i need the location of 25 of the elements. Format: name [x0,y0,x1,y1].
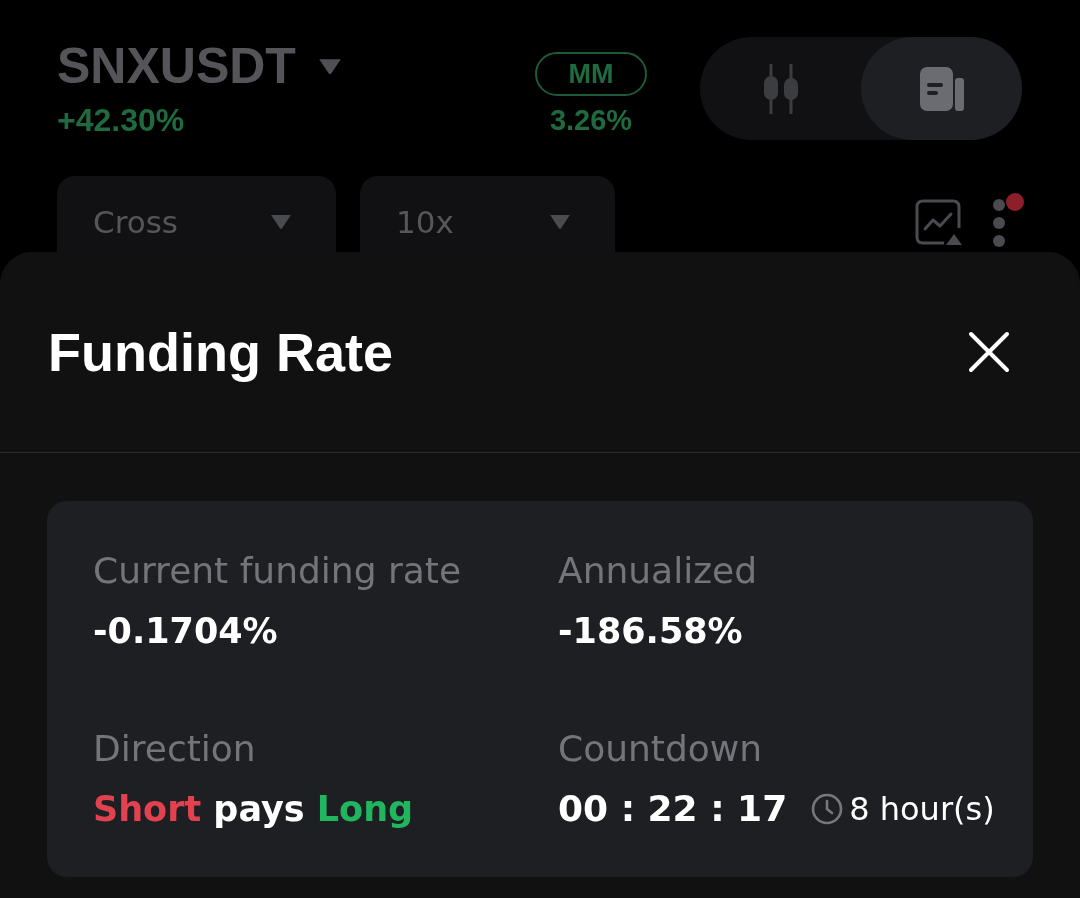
clock-icon [811,793,844,825]
mm-value: 3.26% [549,103,633,138]
stat-label: Countdown [558,727,763,771]
stat-label: Current funding rate [93,549,462,593]
price-change: +42.30% [57,101,185,139]
stat-label: Direction [93,727,256,771]
countdown-value: 00 : 22 : 17 [558,787,788,831]
stat-value: -186.58% [558,610,743,653]
document-icon [918,65,965,112]
caret-down-icon [317,57,342,75]
sheet-title: Funding Rate [48,321,393,383]
caret-down-icon [549,214,571,230]
select-dropdown[interactable]: Cross [57,176,336,252]
close-icon [968,331,1010,373]
direction-value: Short pays Long [93,788,414,831]
interval-text: 8 hour(s) [849,789,995,830]
stat-value: -0.1704% [93,610,278,653]
stat-label: Annualized [558,549,758,593]
chart-icon[interactable] [914,198,962,246]
more-icon[interactable] [992,198,1006,248]
caret-down-icon [270,214,292,230]
mm-badge: MM [535,52,647,96]
pair-selector[interactable]: SNXUSDT [57,37,342,95]
close-button[interactable] [968,331,1010,373]
select-dropdown[interactable]: 10x [360,176,615,252]
